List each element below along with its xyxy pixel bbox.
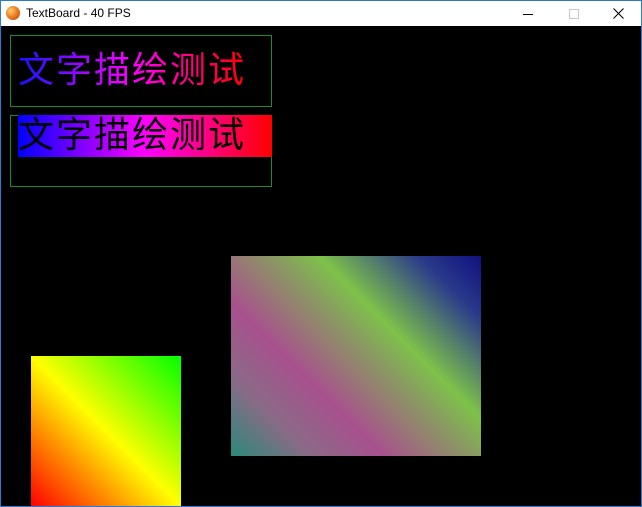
- app-icon: [6, 6, 20, 20]
- close-button[interactable]: [595, 1, 641, 26]
- minimize-button[interactable]: [505, 1, 551, 26]
- minimize-icon: [523, 13, 533, 15]
- canvas-area[interactable]: 文字描绘测试 文字描绘测试: [1, 26, 641, 506]
- maximize-icon: [569, 8, 579, 19]
- title-bar[interactable]: TextBoard - 40 FPS: [1, 1, 641, 26]
- small-gradient-rectangle: [31, 356, 181, 506]
- maximize-button[interactable]: [551, 1, 597, 26]
- large-gradient-rectangle: [231, 256, 481, 456]
- window-title: TextBoard - 40 FPS: [26, 6, 131, 20]
- close-icon: [612, 8, 624, 19]
- gradient-background-text: 文字描绘测试: [18, 115, 272, 157]
- gradient-fill-text: 文字描绘测试: [18, 50, 247, 91]
- app-window: TextBoard - 40 FPS 文字描绘测试 文字描绘测试: [0, 0, 642, 507]
